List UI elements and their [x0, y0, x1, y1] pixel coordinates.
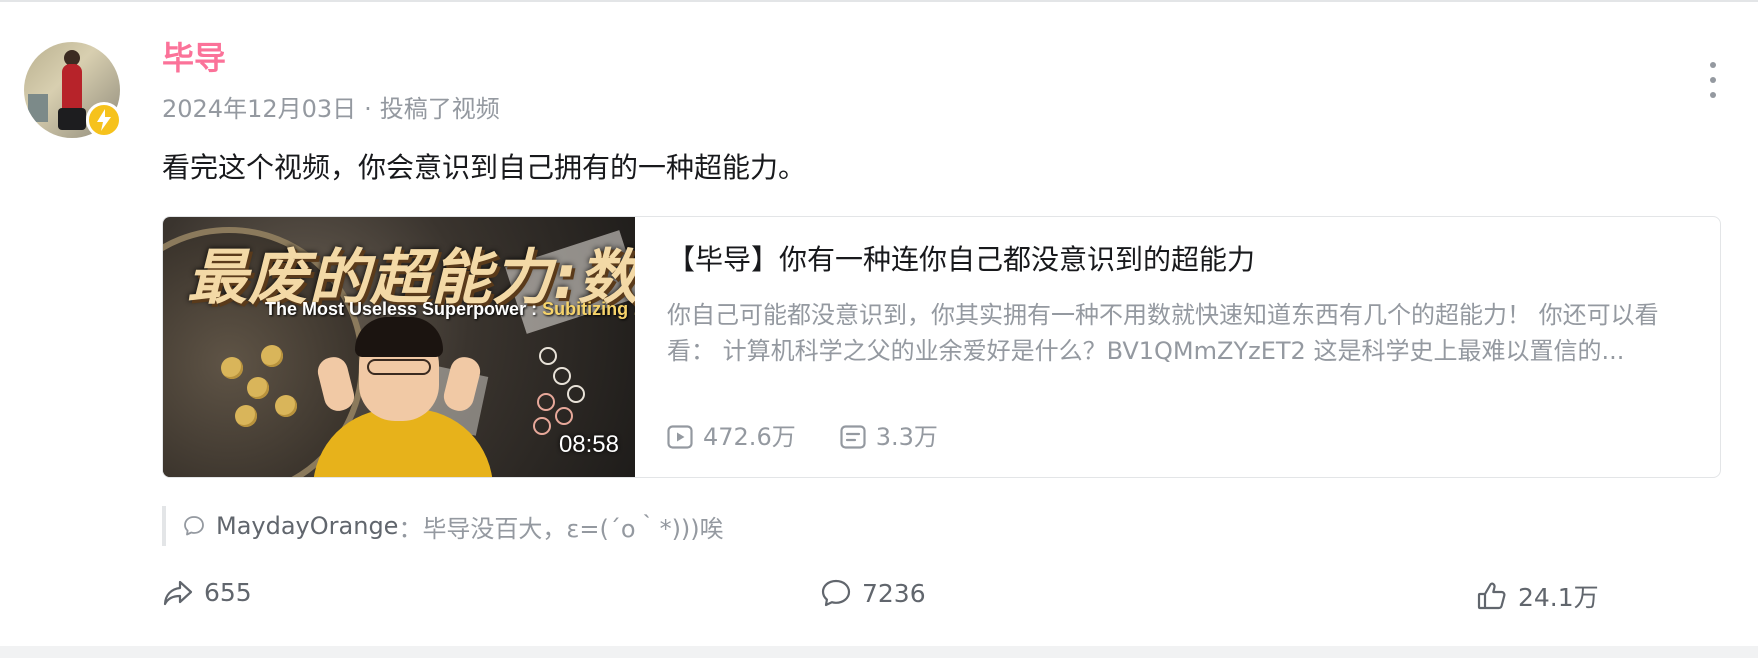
share-count: 655 — [204, 578, 252, 607]
comment-count: 7236 — [862, 578, 926, 608]
comment-button[interactable]: 7236 — [820, 578, 926, 608]
video-duration: 08:58 — [558, 431, 619, 458]
video-description: 你自己可能都没意识到，你其实拥有一种不用数就快速知道东西有几个的超能力！ 你还可… — [667, 301, 1659, 365]
top-divider — [0, 0, 1758, 2]
lightning-icon — [86, 102, 122, 138]
share-button[interactable]: 655 — [162, 578, 252, 607]
danmaku-count: 3.3万 — [840, 421, 938, 453]
meta-dot: · — [364, 95, 372, 123]
like-count: 24.1万 — [1518, 583, 1599, 612]
thumbnail-subtitle-prefix: The Most Useless Superpower : — [265, 299, 543, 319]
danmaku-icon — [840, 425, 866, 449]
avatar[interactable] — [24, 42, 122, 138]
post-text: 看完这个视频，你会意识到自己拥有的一种超能力。 — [162, 151, 807, 184]
video-thumbnail[interactable]: 最废的超能力:数觉! The Most Useless Superpower :… — [163, 217, 635, 477]
post-meta: 2024年12月03日 · 投稿了视频 — [162, 92, 500, 126]
thumbnail-subtitle: The Most Useless Superpower : Subitizing… — [265, 299, 635, 320]
comment-bubble-icon — [184, 516, 204, 536]
danmaku-count-value: 3.3万 — [875, 423, 938, 451]
like-button[interactable]: 24.1万 — [1476, 578, 1599, 614]
more-vertical-icon[interactable] — [1703, 62, 1723, 98]
video-card[interactable]: 最废的超能力:数觉! The Most Useless Superpower :… — [162, 216, 1721, 478]
share-arrow-icon — [163, 580, 193, 605]
play-icon — [667, 425, 693, 449]
top-comment-text: 毕导没百大，ε=(´ο｀*)))唉 — [422, 514, 724, 543]
play-count-value: 472.6万 — [703, 423, 796, 451]
thumbs-up-icon — [1477, 582, 1506, 610]
thumbnail-subtitle-emph: Subitizing ! — [542, 299, 635, 319]
top-comment[interactable]: MaydayOrange：毕导没百大，ε=(´ο｀*)))唉 — [162, 506, 724, 546]
video-title[interactable]: 【毕导】你有一种连你自己都没意识到的超能力 — [667, 241, 1255, 279]
bottom-divider — [0, 646, 1758, 658]
comment-bubble-icon — [821, 579, 851, 607]
play-count: 472.6万 — [667, 421, 796, 453]
top-comment-separator: ： — [398, 514, 423, 543]
top-comment-user[interactable]: MaydayOrange — [216, 512, 398, 540]
author-name[interactable]: 毕导 — [162, 36, 226, 80]
post-date: 2024年12月03日 — [162, 95, 357, 123]
video-stats: 472.6万 3.3万 — [667, 421, 982, 453]
post-action: 投稿了视频 — [379, 95, 500, 123]
